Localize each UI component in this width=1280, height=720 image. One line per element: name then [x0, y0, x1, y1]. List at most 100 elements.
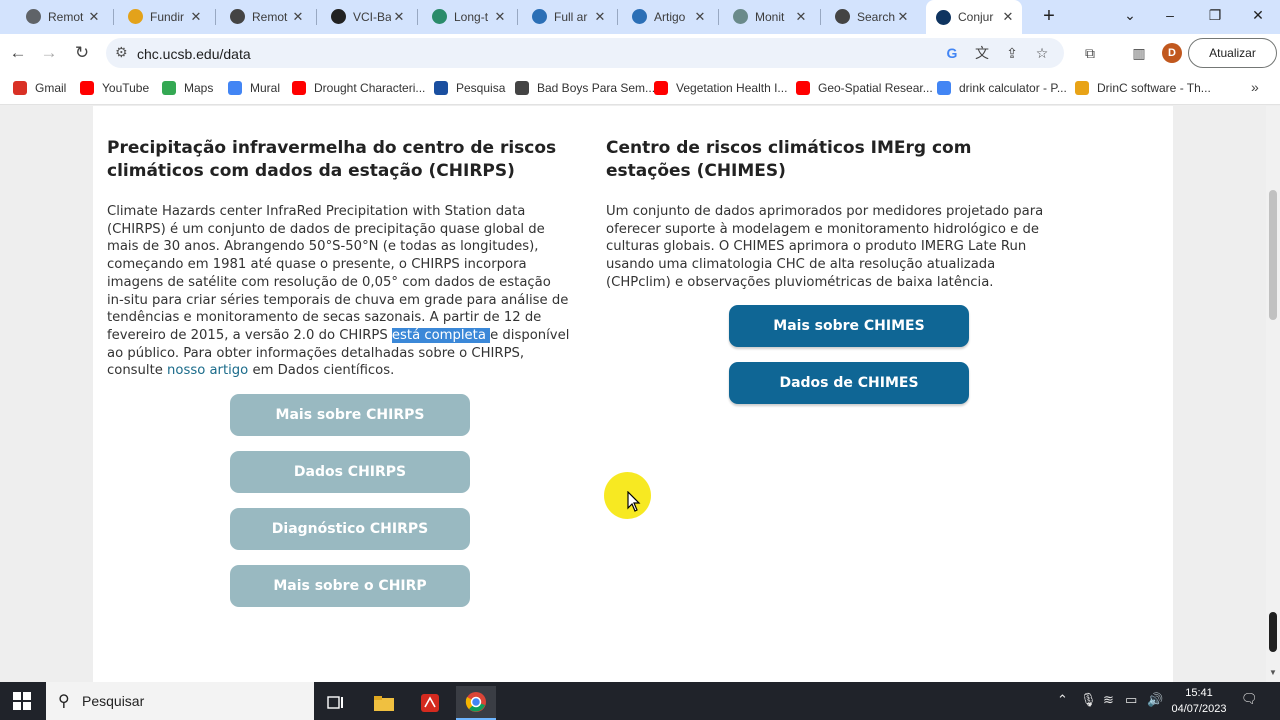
- clock-time: 15:41: [1185, 687, 1213, 699]
- profile-avatar[interactable]: D: [1162, 43, 1182, 63]
- scroll-thumb-dark[interactable]: [1269, 612, 1277, 652]
- system-clock[interactable]: 15:41 04/07/2023: [1170, 685, 1228, 717]
- tray-chevron-icon[interactable]: ⌃: [1057, 692, 1068, 708]
- tab-close-icon[interactable]: ✕: [793, 9, 809, 25]
- google-lens-icon[interactable]: G: [943, 44, 961, 62]
- windows-start-icon[interactable]: [13, 692, 31, 710]
- tab-title: Remot: [252, 9, 288, 24]
- tab-close-icon[interactable]: ✕: [86, 9, 102, 25]
- address-url[interactable]: chc.ucsb.edu/data: [137, 46, 251, 62]
- translate-icon[interactable]: 文: [973, 44, 991, 62]
- acrobat-icon[interactable]: [410, 686, 450, 720]
- minimize-icon[interactable]: –: [1158, 4, 1182, 26]
- bookmark-item[interactable]: Mural: [228, 80, 280, 96]
- side-panel-icon[interactable]: ▥: [1130, 44, 1148, 62]
- browser-tab[interactable]: Fundir ✕: [118, 3, 210, 30]
- bookmark-favicon-icon: [515, 81, 529, 95]
- bookmark-item[interactable]: Maps: [162, 80, 213, 96]
- browser-tab[interactable]: Remot ✕: [16, 3, 108, 30]
- browser-tab[interactable]: Monit ✕: [723, 3, 815, 30]
- notifications-icon[interactable]: 🗨: [1241, 691, 1258, 707]
- browser-tab[interactable]: Full ar ✕: [522, 3, 614, 30]
- dados-de-chimes-button[interactable]: Dados de CHIMES: [729, 362, 969, 404]
- bookmark-favicon-icon: [1075, 81, 1089, 95]
- battery-icon[interactable]: ▭: [1125, 692, 1137, 708]
- scroll-down-icon[interactable]: ▼: [1269, 668, 1277, 677]
- tab-close-icon[interactable]: ✕: [592, 9, 608, 25]
- tab-title: Long-t: [454, 9, 489, 24]
- bookmark-item[interactable]: Vegetation Health I...: [654, 80, 787, 96]
- tab-separator: [718, 9, 719, 25]
- bookmark-item[interactable]: Bad Boys Para Sem...: [515, 80, 655, 96]
- address-bar[interactable]: ⚙ chc.ucsb.edu/data G 文 ⇪ ☆: [106, 38, 1064, 68]
- bookmark-label: Geo-Spatial Resear...: [818, 81, 933, 95]
- browser-tab[interactable]: VCI-Ba ✕: [321, 3, 413, 30]
- bookmark-item[interactable]: Pesquisa: [434, 80, 505, 96]
- browser-tab[interactable]: Conjur ✕: [926, 0, 1022, 34]
- tab-close-icon[interactable]: ✕: [692, 9, 708, 25]
- tab-close-icon[interactable]: ✕: [290, 9, 306, 25]
- tab-separator: [316, 9, 317, 25]
- bookmark-favicon-icon: [228, 81, 242, 95]
- back-icon[interactable]: ←: [7, 42, 29, 64]
- forward-icon[interactable]: →: [38, 42, 60, 64]
- tab-strip: Remot ✕ Fundir ✕ Remot ✕ VCI-Ba ✕ Long-t ✕ Full ar…: [0, 0, 1280, 34]
- wifi-icon[interactable]: ≋: [1103, 692, 1114, 708]
- dados-chirps-button[interactable]: Dados CHIRPS: [230, 451, 470, 493]
- bookmark-star-icon[interactable]: ☆: [1033, 44, 1051, 62]
- mais-sobre-chirps-button[interactable]: Mais sobre CHIRPS: [230, 394, 470, 436]
- bookmark-favicon-icon: [80, 81, 94, 95]
- chrome-icon[interactable]: [456, 686, 496, 720]
- selected-text: está completa: [391, 327, 491, 343]
- tab-title: Fundir: [150, 9, 185, 24]
- taskbar-search[interactable]: ⚲ Pesquisar: [46, 682, 314, 720]
- tab-close-icon[interactable]: ✕: [391, 9, 407, 25]
- scroll-thumb[interactable]: [1269, 190, 1277, 320]
- nosso-artigo-link[interactable]: nosso artigo: [167, 363, 248, 378]
- page-scrollbar[interactable]: ▼: [1266, 106, 1280, 682]
- browser-tab[interactable]: Remot ✕: [220, 3, 312, 30]
- tab-search-icon[interactable]: ⌄: [1118, 4, 1142, 26]
- file-explorer-icon[interactable]: [364, 686, 404, 720]
- bookmark-item[interactable]: Drought Characteri...: [292, 80, 425, 96]
- more-bookmarks-icon[interactable]: »: [1251, 79, 1259, 95]
- page-viewport: Precipitação infravermelha do centro de …: [0, 106, 1280, 682]
- tab-title: Search: [857, 9, 895, 24]
- fund-icon: [128, 9, 143, 24]
- tab-close-icon[interactable]: ✕: [492, 9, 508, 25]
- bookmark-item[interactable]: Gmail: [13, 80, 66, 96]
- browser-tab[interactable]: Search ✕: [825, 3, 917, 30]
- close-window-icon[interactable]: ✕: [1246, 4, 1270, 26]
- bookmark-favicon-icon: [162, 81, 176, 95]
- mais-sobre-chirp-button[interactable]: Mais sobre o CHIRP: [230, 565, 470, 607]
- browser-tab[interactable]: Long-t ✕: [422, 3, 514, 30]
- update-button[interactable]: Atualizar: [1188, 38, 1277, 68]
- tab-close-icon[interactable]: ✕: [895, 9, 911, 25]
- browser-tab[interactable]: Artigo ✕: [622, 3, 714, 30]
- volume-icon[interactable]: 🔊: [1147, 692, 1163, 708]
- reload-icon[interactable]: ↻: [71, 42, 93, 64]
- microphone-icon[interactable]: 🎙: [1080, 692, 1097, 708]
- bookmark-item[interactable]: drink calculator - P...: [937, 80, 1067, 96]
- search-icon: ⚲: [58, 693, 70, 710]
- search-tab-icon: [835, 9, 850, 24]
- globe-icon: [26, 9, 41, 24]
- bookmark-item[interactable]: YouTube: [80, 80, 149, 96]
- tab-close-icon[interactable]: ✕: [1000, 9, 1016, 25]
- tab-title: Conjur: [958, 10, 994, 24]
- new-tab-button[interactable]: +: [1038, 5, 1060, 27]
- tab-separator: [113, 9, 114, 25]
- bookmark-item[interactable]: DrinC software - Th...: [1075, 80, 1211, 96]
- diagnostico-chirps-button[interactable]: Diagnóstico CHIRPS: [230, 508, 470, 550]
- share-icon[interactable]: ⇪: [1003, 44, 1021, 62]
- bookmark-favicon-icon: [937, 81, 951, 95]
- extensions-icon[interactable]: ⧉: [1081, 44, 1099, 62]
- bookmark-item[interactable]: Geo-Spatial Resear...: [796, 80, 933, 96]
- mais-sobre-chimes-button[interactable]: Mais sobre CHIMES: [729, 305, 969, 347]
- bookmark-label: Bad Boys Para Sem...: [537, 81, 656, 95]
- site-info-icon[interactable]: ⚙: [115, 44, 128, 61]
- restore-icon[interactable]: ❐: [1203, 4, 1227, 26]
- mouse-cursor-icon: [627, 491, 641, 512]
- task-view-icon[interactable]: [316, 686, 356, 720]
- tab-close-icon[interactable]: ✕: [188, 9, 204, 25]
